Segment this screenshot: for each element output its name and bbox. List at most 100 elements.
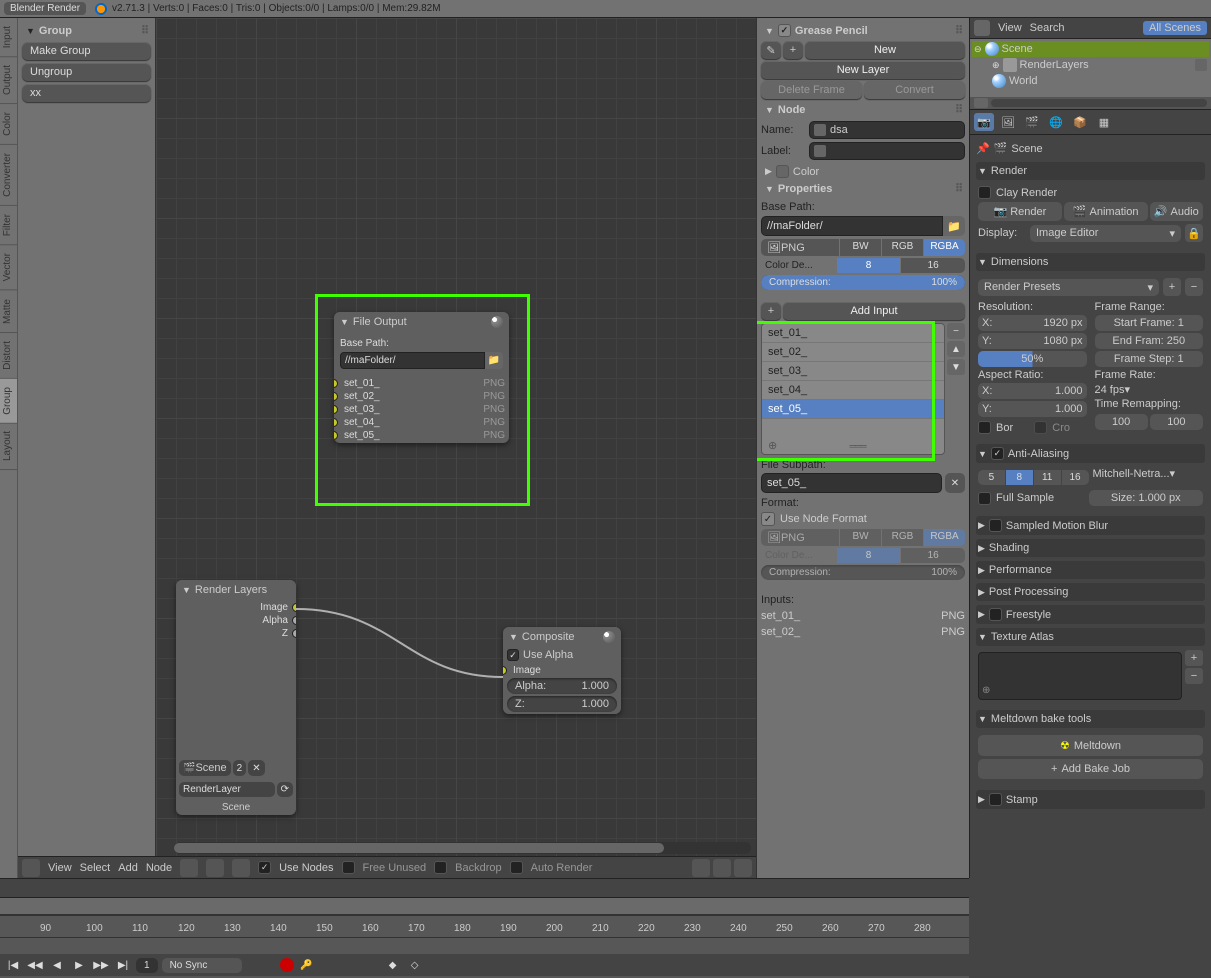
convert-button[interactable]: Convert bbox=[864, 81, 965, 99]
rgba-toggle[interactable]: RGBA bbox=[924, 239, 965, 256]
composite-header[interactable]: ▼ Composite bbox=[503, 627, 621, 647]
frame-step-field[interactable]: Frame Step: 1 bbox=[1095, 351, 1204, 367]
refresh-button[interactable]: ⟳ bbox=[277, 782, 293, 797]
animation-button[interactable]: 🎬Animation bbox=[1064, 202, 1148, 221]
tree-type-shading-icon[interactable] bbox=[180, 859, 198, 877]
properties-section-header[interactable]: ▼ Properties ⠿ bbox=[761, 180, 965, 197]
atlas-remove-button[interactable]: − bbox=[1185, 668, 1203, 684]
tree-row-renderlayers[interactable]: ⊕RenderLayers bbox=[972, 57, 1209, 73]
scene-tab-icon[interactable]: 🎬 bbox=[1022, 113, 1042, 131]
tab-distort[interactable]: Distort bbox=[0, 333, 17, 379]
pencil-icon-button[interactable]: ✎ bbox=[761, 41, 781, 59]
render-section-header[interactable]: ▼Render bbox=[976, 162, 1205, 180]
remove-slot-button[interactable]: − bbox=[947, 323, 965, 339]
file-output-node[interactable]: ▼ File Output Base Path: 📁 set_01_PNG se… bbox=[334, 312, 509, 443]
free-unused-checkbox[interactable] bbox=[342, 861, 355, 874]
plus-icon-button[interactable]: + bbox=[783, 41, 803, 59]
node-menu[interactable]: Node bbox=[146, 862, 172, 874]
file-slots-list[interactable]: set_01_ set_02_ set_03_ set_04_ set_05_ … bbox=[761, 323, 945, 455]
view-menu[interactable]: View bbox=[48, 862, 72, 874]
freestyle-section-header[interactable]: ▶Freestyle bbox=[976, 605, 1205, 624]
use-alpha-checkbox[interactable]: ✓Use Alpha bbox=[503, 647, 621, 663]
clear-subpath-button[interactable]: ✕ bbox=[945, 473, 965, 493]
tab-matte[interactable]: Matte bbox=[0, 291, 17, 333]
tree-row-scene[interactable]: ⊖Scene bbox=[972, 41, 1209, 57]
jump-end-button[interactable]: ▶| bbox=[114, 957, 132, 973]
aa-5-toggle[interactable]: 5 bbox=[978, 470, 1005, 485]
grease-pencil-header[interactable]: ▼ ✓ Grease Pencil ⠿ bbox=[761, 22, 965, 39]
list-item[interactable]: set_02_ bbox=[762, 343, 944, 362]
object-tab-icon[interactable]: 📦 bbox=[1070, 113, 1090, 131]
base-path-field[interactable] bbox=[761, 216, 943, 236]
file-subpath-input[interactable] bbox=[761, 473, 942, 493]
node-label-input[interactable] bbox=[809, 142, 965, 160]
rgb-toggle[interactable]: RGB bbox=[882, 239, 923, 256]
aa-filter-dropdown[interactable]: Mitchell-Netra...▾ bbox=[1093, 467, 1204, 488]
output-socket-icon[interactable] bbox=[292, 603, 296, 612]
timeline-dopesheet-row[interactable] bbox=[0, 898, 969, 916]
render-tab-icon[interactable]: 📷 bbox=[974, 113, 994, 131]
tab-vector[interactable]: Vector bbox=[0, 245, 17, 290]
render-engine-dropdown[interactable]: Blender Render bbox=[4, 2, 86, 15]
auto-keyframe-record-button[interactable] bbox=[280, 958, 294, 972]
tab-converter[interactable]: Converter bbox=[0, 145, 17, 206]
world-tab-icon[interactable]: 🌐 bbox=[1046, 113, 1066, 131]
border-checkbox[interactable]: Bor bbox=[978, 421, 1030, 434]
tab-group[interactable]: Group bbox=[0, 379, 17, 424]
tab-output[interactable]: Output bbox=[0, 57, 17, 104]
xx-button[interactable]: xx bbox=[22, 84, 151, 102]
time-remap-new-field[interactable]: 100 bbox=[1150, 414, 1203, 430]
aspect-y-field[interactable]: Y:1.000 bbox=[978, 401, 1087, 417]
keying-set-icon[interactable]: 🔑 bbox=[298, 957, 316, 973]
fps-dropdown[interactable]: 24 fps▾ bbox=[1095, 383, 1204, 396]
resolution-y-field[interactable]: Y:1080 px bbox=[978, 333, 1087, 349]
editor-type-icon[interactable] bbox=[22, 859, 40, 877]
aa-section-header[interactable]: ▼✓Anti-Aliasing bbox=[976, 444, 1205, 463]
tab-color[interactable]: Color bbox=[0, 104, 17, 145]
snap-icon[interactable] bbox=[692, 859, 710, 877]
auto-render-checkbox[interactable] bbox=[510, 861, 523, 874]
select-menu[interactable]: Select bbox=[80, 862, 111, 874]
node-name-input[interactable]: dsa bbox=[809, 121, 965, 139]
move-down-button[interactable]: ▼ bbox=[947, 359, 965, 375]
aspect-x-field[interactable]: X:1.000 bbox=[978, 383, 1087, 399]
tab-layout[interactable]: Layout bbox=[0, 423, 17, 470]
preview-icon[interactable] bbox=[603, 631, 615, 643]
stamp-section-header[interactable]: ▶Stamp bbox=[976, 790, 1205, 809]
compression-slider[interactable]: Compression: 100% bbox=[761, 275, 965, 290]
new-layer-button[interactable]: New Layer bbox=[761, 61, 965, 79]
delete-keyframe-button[interactable]: ◇ bbox=[406, 957, 424, 973]
output-socket-icon[interactable] bbox=[292, 629, 296, 638]
time-remap-old-field[interactable]: 100 bbox=[1095, 414, 1148, 430]
post-processing-section-header[interactable]: ▶Post Processing bbox=[976, 583, 1205, 601]
grease-new-button[interactable]: New bbox=[805, 41, 965, 59]
folder-browse-button[interactable]: 📁 bbox=[943, 216, 965, 236]
color-subsection[interactable]: ▶ Color bbox=[761, 163, 965, 180]
texture-atlas-section-header[interactable]: ▼Texture Atlas bbox=[976, 628, 1205, 646]
add-input-plus-button[interactable]: + bbox=[761, 302, 781, 320]
preset-add-button[interactable]: + bbox=[1163, 278, 1181, 296]
shading-section-header[interactable]: ▶Shading bbox=[976, 539, 1205, 557]
timeline-ruler[interactable]: 90 100 110 120 130 140 150 160 170 180 1… bbox=[0, 916, 969, 938]
start-frame-field[interactable]: Start Frame: 1 bbox=[1095, 315, 1204, 331]
use-nodes-checkbox[interactable]: ✓ bbox=[258, 861, 271, 874]
preset-remove-button[interactable]: − bbox=[1185, 278, 1203, 296]
composite-node[interactable]: ▼ Composite ✓Use Alpha Image Alpha:1.000… bbox=[503, 627, 621, 714]
play-reverse-button[interactable]: ◀ bbox=[48, 957, 66, 973]
aa-16-toggle[interactable]: 16 bbox=[1062, 470, 1089, 485]
node-section-header[interactable]: ▼ Node ⠿ bbox=[761, 101, 965, 118]
render-presets-dropdown[interactable]: Render Presets▾ bbox=[978, 279, 1159, 296]
render-button[interactable]: 📷Render bbox=[978, 202, 1062, 221]
node-editor-canvas[interactable]: ▼ File Output Base Path: 📁 set_01_PNG se… bbox=[156, 18, 756, 878]
outliner-h-scrollbar[interactable] bbox=[991, 99, 1207, 107]
alpha-slider[interactable]: Alpha:1.000 bbox=[507, 678, 617, 694]
tree-type-texture-icon[interactable] bbox=[232, 859, 250, 877]
tree-row-world[interactable]: World bbox=[972, 73, 1209, 89]
group-panel-header[interactable]: ▼ Group ⠿ bbox=[22, 22, 151, 39]
atlas-add-button[interactable]: + bbox=[1185, 650, 1203, 666]
play-button[interactable]: ▶ bbox=[70, 957, 88, 973]
list-item[interactable]: set_03_ bbox=[762, 362, 944, 381]
output-socket-icon[interactable] bbox=[292, 616, 296, 625]
backdrop-checkbox[interactable] bbox=[434, 861, 447, 874]
aa-8-toggle[interactable]: 8 bbox=[1006, 470, 1033, 485]
